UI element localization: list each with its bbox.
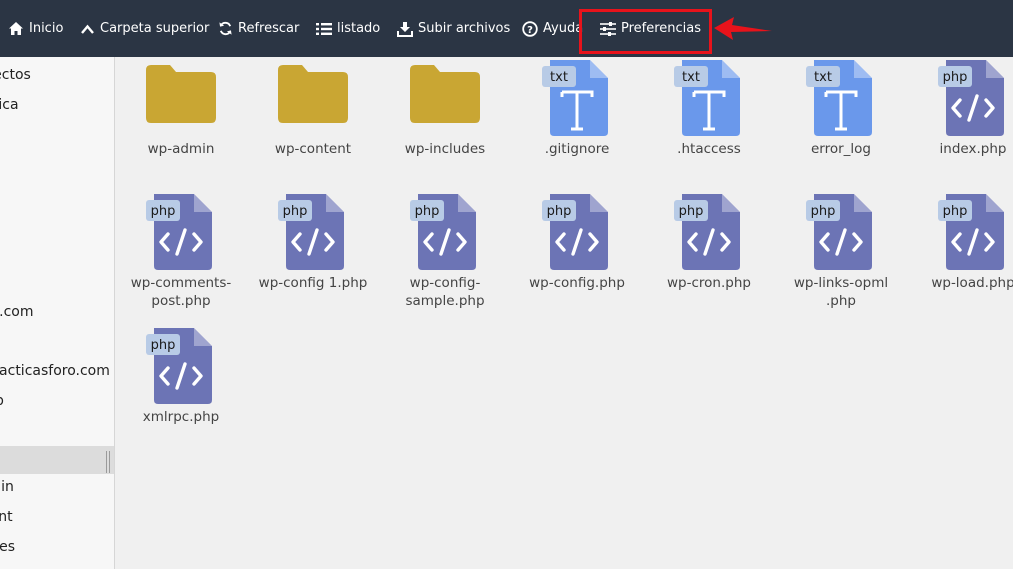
file-name: wp-content — [274, 141, 352, 157]
pane-resize-handle[interactable] — [106, 451, 110, 473]
file-name: wp-includes — [404, 141, 486, 157]
file-name: wp-config 1.php — [258, 275, 368, 291]
svg-text:php: php — [547, 204, 572, 219]
file-name: wp-load.php — [931, 275, 1013, 291]
parent-folder-button[interactable]: Carpeta superior — [80, 0, 209, 57]
tree-item[interactable]: proyectos — [0, 61, 114, 89]
file-name: wp-cron.php — [667, 275, 751, 291]
svg-text:?: ? — [527, 25, 533, 36]
php-file-icon: php — [674, 192, 744, 272]
folder-icon — [146, 58, 216, 138]
svg-text:php: php — [151, 204, 176, 219]
txt-file-icon: txt — [674, 58, 744, 138]
file-name: .htaccess — [677, 141, 741, 157]
tree-item[interactable]: ess — [0, 417, 114, 445]
tree-item[interactable]: web.practicasforo.com — [0, 357, 114, 385]
tree-item-label: p — [0, 387, 4, 415]
help-button[interactable]: ? Ayuda — [522, 0, 583, 57]
tree-item[interactable]: includes — [0, 533, 114, 561]
php-file-icon: php — [938, 192, 1008, 272]
folder-icon — [410, 58, 480, 138]
php-file-icon: php — [806, 192, 876, 272]
chevron-up-icon — [81, 24, 94, 34]
svg-text:php: php — [151, 338, 176, 353]
home-button[interactable]: Inicio — [8, 0, 63, 57]
tree-item-label: practica — [0, 97, 19, 113]
refresh-label: Refrescar — [238, 21, 300, 36]
file-name: .gitignore — [544, 141, 610, 157]
tree-item[interactable]: admin — [0, 473, 114, 501]
svg-text:php: php — [679, 204, 704, 219]
tree-item[interactable] — [0, 328, 114, 356]
tree-item[interactable]: l — [0, 180, 114, 208]
upload-label: Subir archivos — [418, 21, 511, 36]
php-file-icon: php — [410, 192, 480, 272]
file-name-line: wp-config- — [409, 275, 481, 291]
php-file-icon: php — [278, 192, 348, 272]
tree-item[interactable]: own — [0, 209, 114, 237]
svg-text:php: php — [415, 204, 440, 219]
tree-item[interactable]: practica — [0, 91, 114, 119]
tree-item[interactable] — [0, 268, 114, 296]
svg-text:php: php — [943, 70, 968, 85]
help-icon: ? — [522, 20, 538, 37]
annotation-arrow-icon — [714, 17, 772, 40]
file-name: error_log — [810, 141, 871, 157]
upload-icon — [397, 21, 413, 37]
file-name: index.php — [939, 141, 1007, 157]
tree-item[interactable] — [0, 446, 114, 474]
tree-item[interactable]: p — [0, 387, 114, 415]
file-name: wp-comments-post.php — [115, 274, 247, 310]
svg-text:txt: txt — [814, 70, 832, 85]
tree-item[interactable]: ta — [0, 150, 114, 178]
tree-item-label: asforo.com — [0, 304, 34, 320]
file-name: wp-admin — [147, 141, 215, 157]
file-name-line: wp-comments- — [130, 275, 232, 291]
file-name-line: wp-links-opml — [793, 275, 889, 291]
help-label: Ayuda — [543, 21, 584, 36]
php-file-icon: php — [938, 58, 1008, 138]
toolbar: Inicio Carpeta superior Refrescar listad… — [0, 0, 1013, 57]
home-icon — [9, 22, 23, 35]
txt-file-icon: txt — [542, 58, 612, 138]
svg-text:php: php — [943, 204, 968, 219]
list-icon — [316, 22, 332, 35]
tree-item-label: includes — [0, 539, 16, 555]
file-name: xmlrpc.php — [142, 409, 220, 425]
list-view-label: listado — [337, 21, 381, 36]
tree-item-label: content — [0, 509, 13, 525]
svg-text:txt: txt — [682, 70, 700, 85]
tree-item[interactable] — [0, 120, 114, 148]
tree-item-label: web.practicasforo.com — [0, 363, 110, 379]
svg-text:php: php — [283, 204, 308, 219]
txt-file-icon: txt — [806, 58, 876, 138]
tree-item[interactable]: asforo.com — [0, 298, 114, 326]
svg-text:php: php — [811, 204, 836, 219]
file-name: wp-links-opml .php — [775, 274, 907, 310]
php-file-icon: php — [146, 192, 216, 272]
file-name-line: post.php — [151, 293, 211, 309]
folder-tree: proyectos practica talown asforo.com web.pra… — [0, 57, 115, 569]
upload-button[interactable]: Subir archivos — [397, 0, 510, 57]
php-file-icon: php — [146, 326, 216, 406]
file-name: wp-config-sample.php — [379, 274, 511, 310]
parent-folder-label: Carpeta superior — [100, 21, 210, 36]
folder-icon — [278, 58, 348, 138]
highlight-box — [579, 9, 712, 54]
file-name-line: .php — [826, 293, 856, 309]
refresh-button[interactable]: Refrescar — [218, 0, 299, 57]
home-label: Inicio — [29, 21, 64, 36]
svg-text:txt: txt — [550, 70, 568, 85]
tree-item[interactable]: content — [0, 503, 114, 531]
refresh-icon — [219, 21, 232, 36]
tree-item-label: proyectos — [0, 67, 31, 83]
file-name: wp-config.php — [529, 275, 625, 291]
file-name-line: sample.php — [405, 293, 485, 309]
php-file-icon: php — [542, 192, 612, 272]
list-view-button[interactable]: listado — [316, 0, 380, 57]
tree-item[interactable] — [0, 239, 114, 267]
tree-item-label: admin — [0, 479, 14, 495]
